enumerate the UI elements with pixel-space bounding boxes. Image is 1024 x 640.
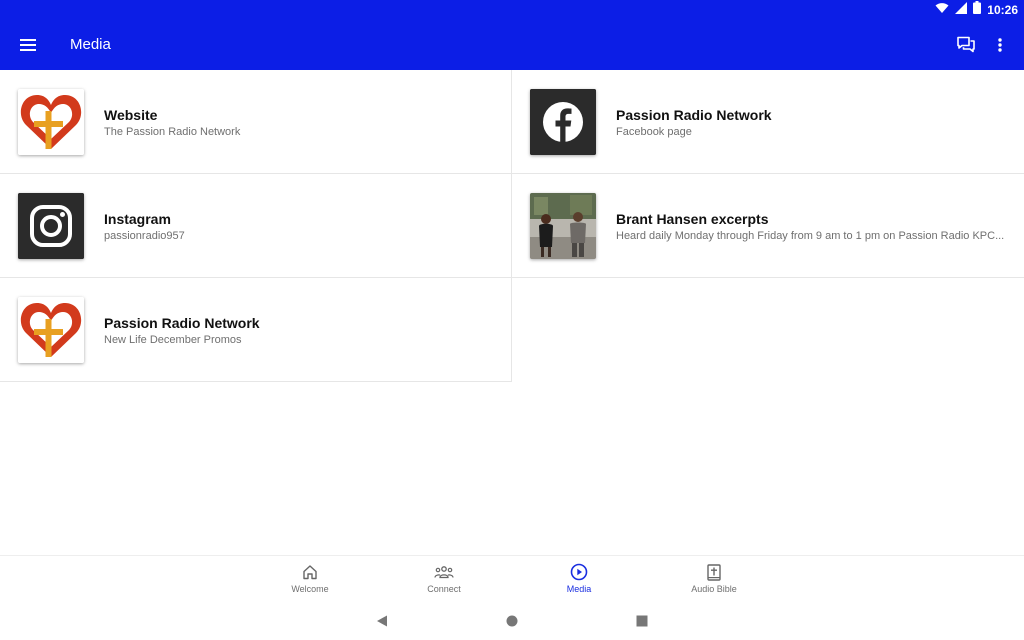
menu-icon[interactable] [14,32,42,58]
nav-item-welcome[interactable]: Welcome [260,562,360,600]
nav-item-audio-bible[interactable]: Audio Bible [664,562,764,600]
home-circle-icon[interactable] [504,613,520,629]
nav-label: Audio Bible [691,584,737,594]
nav-label: Connect [427,584,461,594]
status-icons: 10:26 [935,1,1018,19]
bottom-navigation: Welcome Connect Media Audio Bible [0,555,1024,603]
recents-icon[interactable] [634,613,650,629]
nav-label: Media [566,584,592,594]
media-item-subtitle: Heard daily Monday through Friday from 9… [616,230,1005,242]
app-bar: Media [0,20,1024,70]
facebook-icon [530,89,596,155]
home-icon [300,562,320,582]
brant-hansen-photo-icon [530,193,596,259]
status-time: 10:26 [987,3,1018,17]
play-circle-icon [569,562,589,582]
instagram-icon [18,193,84,259]
media-item-subtitle: The Passion Radio Network [104,126,241,138]
status-bar: 10:26 [0,0,1024,20]
system-nav-bar [0,603,1024,640]
media-item-facebook[interactable]: Passion Radio Network Facebook page [512,70,1024,174]
media-item-brant-hansen[interactable]: Brant Hansen excerpts Heard daily Monday… [512,174,1024,278]
media-item-subtitle: passionradio957 [104,230,185,242]
media-item-title: Passion Radio Network [104,315,260,331]
media-item-title: Website [104,107,158,123]
media-item-subtitle: Facebook page [616,126,692,138]
bible-icon [704,562,724,582]
nav-item-media[interactable]: Media [529,562,629,600]
wifi-icon [935,1,949,19]
people-icon [434,562,454,582]
nav-item-connect[interactable]: Connect [394,562,494,600]
media-item-instagram[interactable]: Instagram passionradio957 [0,174,512,278]
more-vert-icon[interactable] [988,32,1012,58]
media-item-subtitle: New Life December Promos [104,334,242,346]
media-item-promos[interactable]: Passion Radio Network New Life December … [0,278,512,382]
battery-icon [973,1,982,19]
page-title: Media [70,36,111,53]
media-item-title: Passion Radio Network [616,107,772,123]
passion-radio-logo-icon [18,297,84,363]
media-item-title: Instagram [104,211,171,227]
media-item-website[interactable]: Website The Passion Radio Network [0,70,512,174]
back-icon[interactable] [374,613,390,629]
signal-icon [955,1,968,19]
passion-radio-logo-icon [18,89,84,155]
media-item-title: Brant Hansen excerpts [616,211,769,227]
nav-label: Welcome [291,584,329,594]
chat-icon[interactable] [952,32,980,58]
